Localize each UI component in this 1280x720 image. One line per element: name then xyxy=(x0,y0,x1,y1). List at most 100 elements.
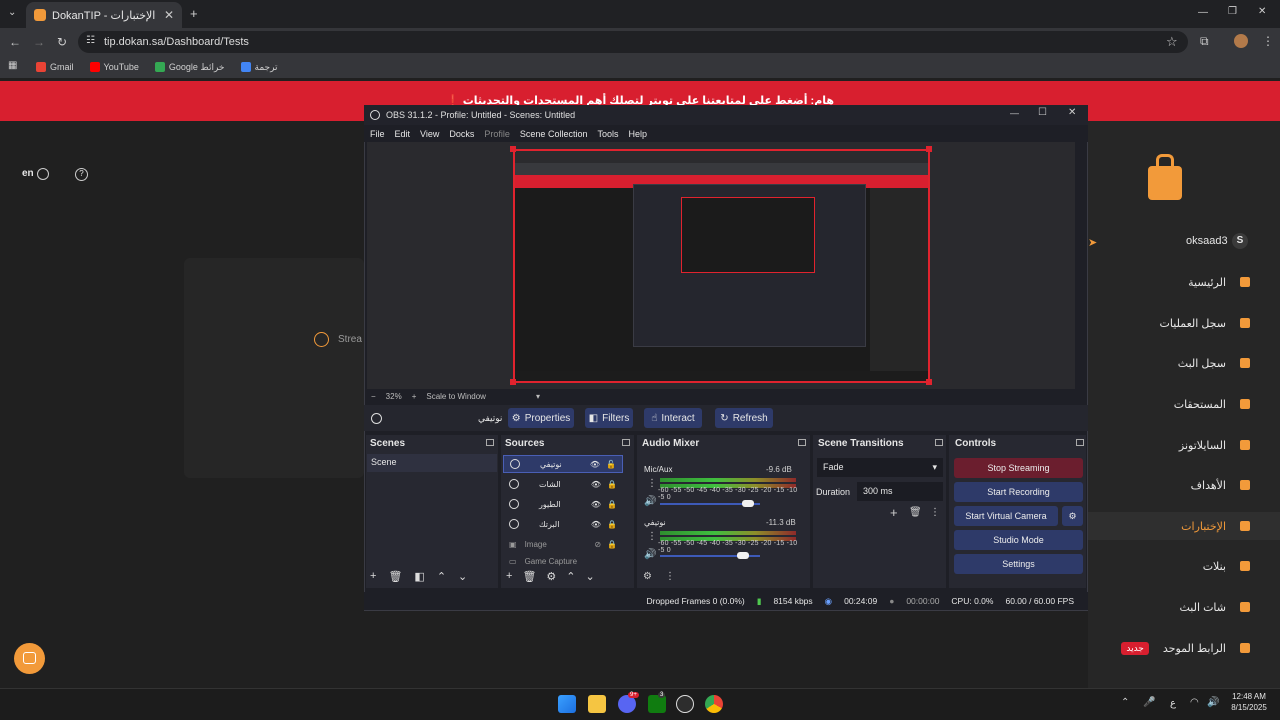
extensions-icon[interactable]: ⧉ xyxy=(1200,34,1209,49)
menu-docks[interactable]: Docks xyxy=(449,129,474,139)
source-item[interactable]: نوتيفي 👁 🔓 xyxy=(503,455,623,473)
bookmark-gmail[interactable]: Gmail xyxy=(36,62,74,72)
bookmark-youtube[interactable]: YouTube xyxy=(89,62,139,72)
transform-handle[interactable] xyxy=(510,379,516,385)
browser-tab[interactable]: DokanTIP - الإختبارات ✕ xyxy=(26,2,182,28)
minimize-icon[interactable]: — xyxy=(1198,7,1208,18)
start-icon[interactable] xyxy=(558,695,576,713)
trash-icon[interactable]: 🗑 xyxy=(909,507,922,518)
nav-item-unified-link[interactable]: جديد الرابط الموحد xyxy=(1100,637,1250,659)
lock-icon[interactable]: 🔒 xyxy=(607,520,617,529)
duration-input[interactable]: 300 ms xyxy=(857,482,943,501)
menu-edit[interactable]: Edit xyxy=(395,129,411,139)
studio-mode-button[interactable]: Studio Mode xyxy=(954,530,1083,550)
volume-slider-knob[interactable] xyxy=(737,552,749,559)
maximize-icon[interactable]: ❐ xyxy=(1228,6,1237,17)
lock-icon[interactable]: 🔒 xyxy=(607,500,617,509)
tab-search-icon[interactable]: ⌄ xyxy=(8,7,16,18)
filter-icon[interactable]: ◧ xyxy=(414,570,424,583)
send-icon[interactable]: ➤ xyxy=(1088,236,1097,249)
move-down-icon[interactable]: ⌄ xyxy=(458,570,467,583)
reload-icon[interactable]: ↻ xyxy=(57,35,67,49)
add-transition-icon[interactable]: + xyxy=(890,505,898,520)
menu-view[interactable]: View xyxy=(420,129,439,139)
nav-item-panels[interactable]: بنلات xyxy=(1100,555,1250,577)
speaker-icon[interactable]: 🔊 xyxy=(644,496,656,507)
close-window-icon[interactable]: ✕ xyxy=(1258,6,1266,17)
microphone-icon[interactable]: 🎤 xyxy=(1143,697,1155,708)
bookmark-translate[interactable]: ترجمة xyxy=(240,62,278,73)
filters-button[interactable]: ◧ Filters xyxy=(585,408,633,428)
scene-item[interactable]: Scene xyxy=(367,454,497,472)
source-item[interactable]: الطيور 👁 🔒 xyxy=(503,495,623,513)
obs-close-icon[interactable]: ✕ xyxy=(1068,107,1076,118)
lock-icon[interactable]: 🔒 xyxy=(607,540,617,549)
eye-hidden-icon[interactable]: ⊘ xyxy=(594,540,601,549)
obs-titlebar[interactable]: OBS 31.1.2 - Profile: Untitled - Scenes:… xyxy=(364,105,1088,125)
stop-streaming-button[interactable]: Stop Streaming xyxy=(954,458,1083,478)
channel-menu-icon[interactable]: ⋮ xyxy=(647,531,657,542)
add-icon[interactable]: + xyxy=(506,570,512,583)
nav-item-goals[interactable]: الأهداف xyxy=(1100,474,1250,496)
settings-button[interactable]: Settings xyxy=(954,554,1083,574)
lock-open-icon[interactable]: 🔓 xyxy=(606,460,616,469)
forward-icon[interactable]: → xyxy=(33,35,45,49)
volume-icon[interactable]: 🔊 xyxy=(1207,697,1219,708)
obs-taskbar-icon[interactable] xyxy=(676,695,694,713)
obs-maximize-icon[interactable]: ☐ xyxy=(1038,107,1047,118)
menu-file[interactable]: File xyxy=(370,129,385,139)
move-up-icon[interactable]: ⌃ xyxy=(566,570,575,583)
gear-icon[interactable]: ⚙ xyxy=(546,570,556,583)
transition-menu-icon[interactable]: ⋮ xyxy=(930,507,940,518)
nav-item-tests[interactable]: الإختبارات xyxy=(1088,512,1280,540)
eye-icon[interactable]: 👁 xyxy=(591,520,601,529)
virtual-camera-settings-button[interactable]: ⚙ xyxy=(1062,506,1083,526)
nav-item-operations[interactable]: سجل العمليات xyxy=(1100,312,1250,334)
nav-item-sailatons[interactable]: السايلاتونز xyxy=(1100,434,1250,456)
channel-menu-icon[interactable]: ⋮ xyxy=(647,478,657,489)
help-icon[interactable]: ? xyxy=(75,168,88,181)
user-avatar[interactable]: S xyxy=(1232,233,1248,249)
refresh-button[interactable]: ↻ Refresh xyxy=(715,408,773,428)
dock-float-icon[interactable] xyxy=(798,439,806,446)
obs-minimize-icon[interactable]: — xyxy=(1010,108,1019,118)
profile-avatar[interactable] xyxy=(1234,34,1248,48)
taskbar-clock[interactable]: 12:48 AM 8/15/2025 xyxy=(1224,691,1274,713)
transform-handle[interactable] xyxy=(510,146,516,152)
start-recording-button[interactable]: Start Recording xyxy=(954,482,1083,502)
source-item[interactable]: ▭ Game Capture xyxy=(503,555,623,567)
trash-icon[interactable]: 🗑 xyxy=(388,570,402,583)
menu-tools[interactable]: Tools xyxy=(597,129,618,139)
transform-handle[interactable] xyxy=(926,379,932,385)
dock-float-icon[interactable] xyxy=(622,439,630,446)
zoom-out-icon[interactable]: − xyxy=(371,392,376,401)
dock-float-icon[interactable] xyxy=(486,439,494,446)
input-language[interactable]: ع xyxy=(1170,698,1176,709)
zoom-in-icon[interactable]: + xyxy=(412,392,417,401)
dock-float-icon[interactable] xyxy=(1076,439,1084,446)
language-label[interactable]: en xyxy=(22,168,34,179)
site-info-icon[interactable]: ☷ xyxy=(86,35,95,46)
volume-slider-knob[interactable] xyxy=(742,500,754,507)
move-down-icon[interactable]: ⌄ xyxy=(586,570,595,583)
start-virtual-camera-button[interactable]: Start Virtual Camera xyxy=(954,506,1058,526)
menu-help[interactable]: Help xyxy=(628,129,647,139)
source-item[interactable]: ▣ Image ⊘ 🔒 xyxy=(503,535,623,553)
nav-item-home[interactable]: الرئيسية xyxy=(1100,271,1250,293)
apps-grid-icon[interactable]: ▦ xyxy=(8,60,17,71)
nav-item-stream-chat[interactable]: شات البث xyxy=(1100,596,1250,618)
globe-icon[interactable] xyxy=(37,168,49,180)
zoom-dropdown-icon[interactable]: ▾ xyxy=(536,392,540,401)
mixer-settings-icon[interactable]: ⚙ xyxy=(643,571,652,582)
tray-chevron-icon[interactable]: ⌃ xyxy=(1121,697,1129,708)
new-tab-icon[interactable]: + xyxy=(190,6,198,21)
menu-profile[interactable]: Profile xyxy=(484,129,510,139)
chrome-icon[interactable] xyxy=(705,695,723,713)
add-icon[interactable]: + xyxy=(370,570,376,583)
bookmark-maps[interactable]: Google خرائط xyxy=(154,62,225,73)
menu-kebab-icon[interactable]: ⋮ xyxy=(1262,34,1274,48)
mixer-menu-icon[interactable]: ⋮ xyxy=(665,571,675,582)
properties-button[interactable]: ⚙ Properties xyxy=(508,408,574,428)
support-chat-button[interactable] xyxy=(14,643,45,674)
bookmark-star-icon[interactable]: ☆ xyxy=(1166,34,1178,50)
